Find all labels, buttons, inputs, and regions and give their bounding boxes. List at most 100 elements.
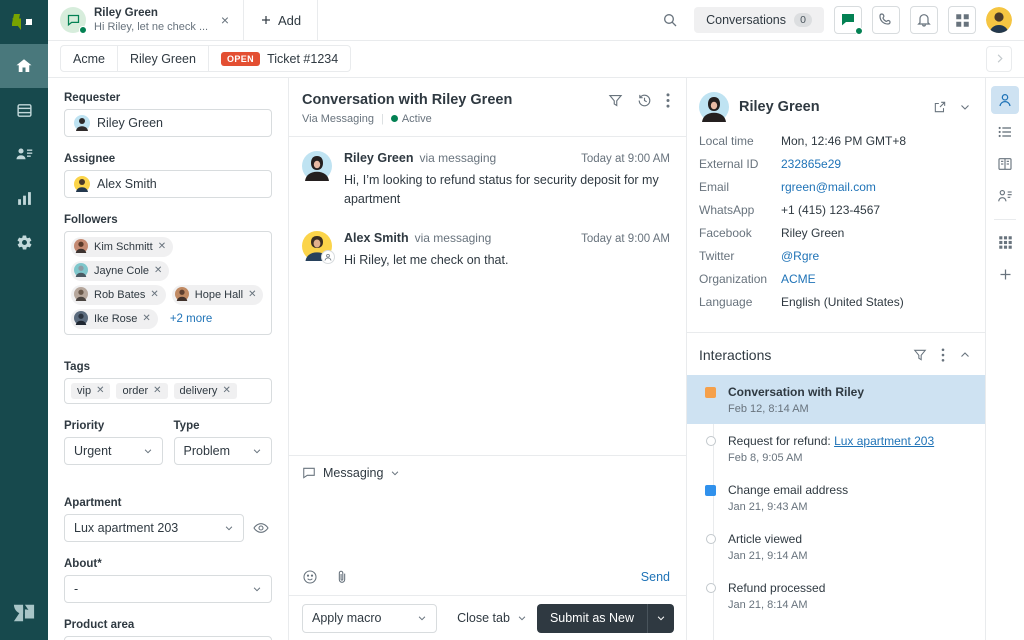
user-avatar[interactable] [986, 7, 1012, 33]
more-vertical-icon[interactable] [666, 93, 670, 108]
more-vertical-icon[interactable] [941, 348, 945, 362]
remove-icon[interactable]: ✕ [153, 385, 161, 396]
filter-icon[interactable] [608, 93, 623, 108]
submit-options-button[interactable] [647, 604, 674, 633]
emoji-icon[interactable] [302, 569, 318, 585]
phone-icon[interactable] [872, 6, 900, 34]
assignee-input[interactable]: Alex Smith [64, 170, 272, 198]
add-tab-button[interactable]: Add [244, 0, 318, 40]
open-tab-riley-green[interactable]: Riley Green Hi Riley, let ne check ... × [48, 0, 244, 40]
remove-icon[interactable]: ✕ [150, 289, 158, 300]
search-icon[interactable] [656, 6, 684, 34]
tag-chip[interactable]: delivery✕ [174, 383, 237, 399]
detail-value[interactable]: rgreen@mail.com [781, 180, 876, 194]
remove-icon[interactable]: ✕ [154, 265, 162, 276]
interaction-link[interactable]: Lux apartment 203 [834, 434, 934, 448]
sidebar-item-reporting[interactable] [0, 176, 48, 220]
follower-name: Rob Bates [94, 289, 145, 301]
send-button[interactable]: Send [641, 570, 670, 584]
detail-value: +1 (415) 123-4567 [781, 203, 880, 217]
close-tab-select[interactable]: Close tab [457, 611, 527, 625]
sidebar-item-views[interactable] [0, 88, 48, 132]
tags-input[interactable]: vip✕ order✕ delivery✕ [64, 378, 272, 404]
sidebar-item-customers[interactable] [0, 132, 48, 176]
channel-selector[interactable]: Messaging [302, 466, 670, 480]
marker-ring-icon [705, 436, 716, 464]
interaction-item[interactable]: Article viewed Jan 21, 9:14 AM [687, 522, 985, 571]
priority-select[interactable]: Urgent [64, 437, 163, 465]
remove-icon[interactable]: ✕ [158, 241, 166, 252]
apply-macro-select[interactable]: Apply macro [302, 604, 437, 633]
type-select[interactable]: Problem [174, 437, 273, 465]
interaction-item[interactable]: Request for refund: Lux apartment 203 Fe… [687, 424, 985, 473]
chevron-down-icon [390, 468, 400, 478]
chevron-right-icon[interactable] [986, 46, 1012, 72]
user-list-icon[interactable] [991, 182, 1019, 210]
remove-icon[interactable]: ✕ [222, 385, 230, 396]
marker-ring-icon [705, 534, 716, 562]
agent-badge-icon [321, 250, 335, 264]
composer-footer: Send [302, 569, 670, 595]
follower-chip[interactable]: Hope Hall✕ [172, 285, 264, 305]
submit-button[interactable]: Submit as New [537, 604, 647, 633]
tag-chip[interactable]: order✕ [116, 383, 167, 399]
detail-value[interactable]: ACME [781, 272, 816, 286]
plus-icon[interactable] [991, 261, 1019, 289]
message-item: Alex Smith via messaging Today at 9:00 A… [302, 231, 670, 270]
apartment-select[interactable]: Lux apartment 203 [64, 514, 244, 542]
user-profile-icon[interactable] [991, 86, 1019, 114]
apps-grid-icon[interactable] [991, 229, 1019, 257]
conversation-meta: Via Messaging | Active [302, 113, 512, 125]
breadcrumb: Acme Riley Green OPEN Ticket #1234 [48, 41, 1024, 78]
follower-chip[interactable]: Jayne Cole✕ [71, 261, 169, 281]
follower-chip[interactable]: Rob Bates ✕ [71, 285, 166, 305]
apps-grid-icon[interactable] [948, 6, 976, 34]
divider: | [381, 113, 384, 125]
about-select[interactable]: - [64, 575, 272, 603]
interaction-item[interactable]: Change email address Jan 21, 9:43 AM [687, 473, 985, 522]
breadcrumb-item-riley-green[interactable]: Riley Green [118, 46, 209, 71]
chat-icon[interactable] [834, 6, 862, 34]
followers-more-link[interactable]: +2 more [164, 311, 219, 327]
product-area-input[interactable] [64, 636, 272, 640]
requester-input[interactable]: Riley Green [64, 109, 272, 137]
interaction-item[interactable]: Refund processed Jan 21, 8:14 AM [687, 571, 985, 620]
breadcrumb-item-ticket[interactable]: OPEN Ticket #1234 [209, 46, 350, 71]
breadcrumb-item-acme[interactable]: Acme [61, 46, 118, 71]
detail-value[interactable]: @Rgre [781, 249, 819, 263]
followers-chip-box[interactable]: Kim Schmitt✕ Jayne Cole✕ Rob Bates ✕ [64, 231, 272, 335]
list-icon[interactable] [991, 118, 1019, 146]
detail-value[interactable]: 232865e29 [781, 157, 841, 171]
knowledge-book-icon[interactable] [991, 150, 1019, 178]
interaction-title: Article viewed [728, 531, 808, 547]
remove-icon[interactable]: ✕ [248, 289, 256, 300]
sidebar-item-home[interactable] [0, 44, 48, 88]
zendesk-logo-icon[interactable] [0, 0, 48, 44]
interaction-item[interactable]: Conversation with Riley Feb 12, 8:14 AM [687, 375, 985, 424]
chevron-up-icon[interactable] [959, 349, 971, 361]
follower-chip[interactable]: Ike Rose✕ [71, 309, 158, 329]
main-area: Riley Green Hi Riley, let ne check ... ×… [48, 0, 1024, 640]
tag-chip[interactable]: vip✕ [71, 383, 110, 399]
chevron-down-icon [252, 446, 262, 456]
zendesk-mark-icon[interactable] [13, 586, 35, 640]
external-link-icon[interactable] [933, 100, 947, 114]
sidebar-item-admin[interactable] [0, 220, 48, 264]
paperclip-icon[interactable] [334, 569, 350, 585]
bell-icon[interactable] [910, 6, 938, 34]
marker-ring-icon [705, 583, 716, 611]
close-icon[interactable]: × [217, 8, 233, 32]
conversation-channel: Via Messaging [302, 113, 374, 125]
type-label: Type [174, 420, 273, 432]
remove-icon[interactable]: ✕ [142, 313, 150, 324]
chevron-down-icon[interactable] [959, 101, 971, 113]
remove-icon[interactable]: ✕ [96, 385, 104, 396]
follower-chip[interactable]: Kim Schmitt✕ [71, 237, 173, 257]
eye-icon[interactable] [250, 520, 272, 536]
conversations-pill[interactable]: Conversations 0 [694, 7, 824, 33]
channel-label: Messaging [323, 466, 383, 480]
about-field: About* - [64, 558, 272, 603]
history-icon[interactable] [637, 93, 652, 108]
avatar [699, 92, 729, 122]
filter-icon[interactable] [913, 348, 927, 362]
